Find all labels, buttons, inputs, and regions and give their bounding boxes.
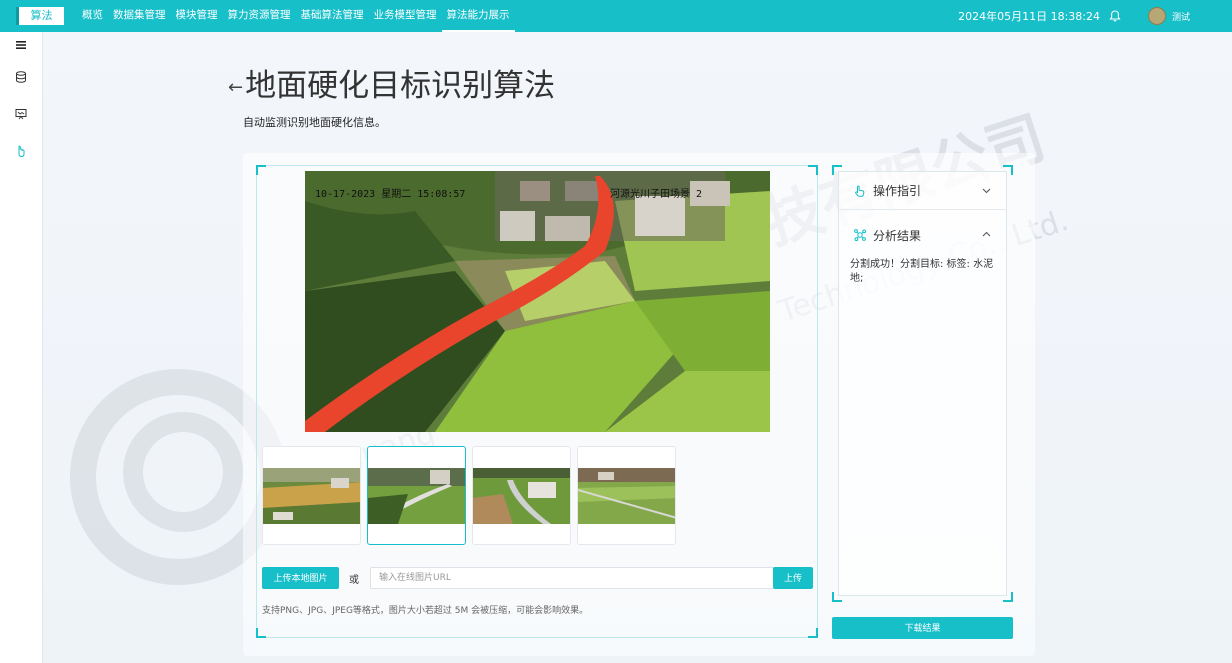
image-url-input[interactable]: 输入在线图片URL: [370, 567, 774, 589]
menu-icon[interactable]: [14, 38, 28, 52]
upload-hint: 支持PNG、JPG、JPEG等格式，图片大小若超过 5M 会被压缩，可能会影响效…: [262, 606, 589, 616]
result-title: 分析结果: [873, 228, 922, 243]
avatar[interactable]: [1147, 7, 1166, 25]
result-panel-inner: 操作指引 分析结果: [838, 171, 1007, 596]
page-title-text: 地面硬化目标识别算法: [245, 68, 556, 104]
back-arrow-icon[interactable]: ←: [228, 77, 243, 98]
result-section-header[interactable]: 分析结果: [839, 216, 1006, 254]
guide-title: 操作指引: [873, 184, 922, 198]
nav-module-management[interactable]: 模块管理: [171, 0, 223, 32]
upload-url-button[interactable]: 上传: [773, 567, 813, 589]
or-label: 或: [349, 575, 359, 586]
result-panel: 操作指引 分析结果: [832, 165, 1013, 602]
molecule-icon: [854, 229, 867, 242]
main-content: 技有限公司 Guang Technology Co., Ltd. ←地面硬化目标…: [43, 32, 1232, 663]
upload-local-image-button[interactable]: 上传本地图片: [262, 567, 339, 589]
hand-pointer-icon: [855, 184, 865, 197]
main-nav: 概览 数据集管理 模块管理 算力资源管理 基础算法管理 业务模型管理 算法能力展…: [77, 0, 515, 32]
chevron-down-icon[interactable]: [981, 185, 992, 196]
analysis-image: 10-17-2023 星期二 15:08:57 河源光川子田场景 2: [305, 171, 770, 432]
nav-overview[interactable]: 概览: [77, 0, 108, 32]
app-logo[interactable]: 算法: [16, 7, 64, 25]
aerial-image: [305, 171, 770, 432]
chevron-up-icon[interactable]: [981, 229, 992, 240]
current-datetime: 2024年05月11日 18:38:24: [958, 10, 1100, 23]
pointer-icon[interactable]: [14, 144, 28, 158]
image-timestamp-overlay: 10-17-2023 星期二 15:08:57: [315, 189, 466, 200]
nav-business-model-management[interactable]: 业务模型管理: [369, 0, 442, 32]
guide-section-header[interactable]: 操作指引: [839, 172, 1006, 210]
thumbnail-list: [262, 446, 676, 545]
top-bar: 算法 概览 数据集管理 模块管理 算力资源管理 基础算法管理 业务模型管理 算法…: [0, 0, 1232, 32]
nav-algorithm-showcase[interactable]: 算法能力展示: [441, 0, 515, 32]
top-right-area: 2024年05月11日 18:38:24 测试: [958, 0, 1232, 32]
thumbnail-4[interactable]: [577, 446, 676, 545]
page-title: ←地面硬化目标识别算法: [228, 60, 555, 105]
upload-row: 上传本地图片 或 输入在线图片URL 上传: [262, 567, 813, 589]
bell-icon[interactable]: [1108, 9, 1122, 23]
nav-basic-algorithm-management[interactable]: 基础算法管理: [296, 0, 369, 32]
thumbnail-3[interactable]: [472, 446, 571, 545]
nav-compute-resource-management[interactable]: 算力资源管理: [223, 0, 296, 32]
thumbnail-1[interactable]: [262, 446, 361, 545]
nav-dataset-management[interactable]: 数据集管理: [108, 0, 171, 32]
sidebar: [0, 32, 43, 663]
monitor-icon[interactable]: [14, 107, 28, 121]
username[interactable]: 测试: [1172, 10, 1190, 23]
thumbnail-2[interactable]: [367, 446, 466, 545]
page-description: 自动监测识别地面硬化信息。: [243, 116, 386, 129]
download-result-button[interactable]: 下载结果: [832, 617, 1013, 639]
analysis-result-text: 分割成功！分割目标: 标签: 水泥地;: [850, 259, 994, 284]
image-location-overlay: 河源光川子田场景 2: [610, 189, 703, 200]
database-icon[interactable]: [14, 70, 28, 84]
